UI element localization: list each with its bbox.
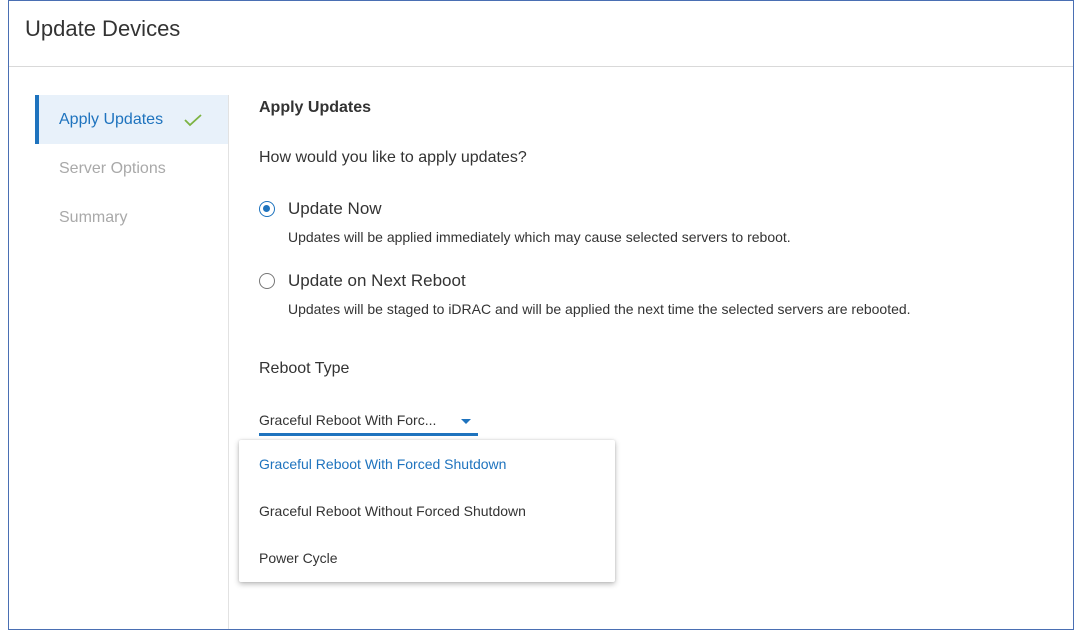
section-title: Apply Updates: [259, 99, 372, 116]
caret-down-icon[interactable]: [461, 419, 471, 424]
reboot-type-menu: Graceful Reboot With Forced Shutdown Gra…: [239, 440, 615, 582]
reboot-type-select[interactable]: Graceful Reboot With Forc...: [259, 409, 478, 436]
update-now-description: Updates will be applied immediately whic…: [288, 229, 791, 245]
update-next-reboot-radio[interactable]: [259, 273, 275, 289]
step-label: Server Options: [59, 159, 166, 177]
dialog-title: Update Devices: [25, 16, 181, 41]
step-apply-updates[interactable]: Apply Updates: [35, 95, 228, 144]
reboot-type-label: Reboot Type: [259, 360, 350, 377]
step-summary[interactable]: Summary: [35, 193, 228, 242]
step-label: Summary: [59, 208, 128, 226]
update-now-label[interactable]: Update Now: [288, 199, 382, 219]
update-now-radio[interactable]: [259, 201, 275, 217]
menu-option-graceful-without-forced[interactable]: Graceful Reboot Without Forced Shutdown: [239, 487, 615, 534]
dialog-header: Update Devices: [9, 1, 1073, 67]
update-next-reboot-description: Updates will be staged to iDRAC and will…: [288, 301, 911, 317]
step-label: Apply Updates: [59, 110, 164, 128]
update-next-reboot-label[interactable]: Update on Next Reboot: [288, 271, 466, 291]
wizard-steps: Apply Updates Server Options Summary: [35, 95, 229, 629]
apply-question: How would you like to apply updates?: [259, 149, 527, 166]
menu-option-graceful-forced[interactable]: Graceful Reboot With Forced Shutdown: [239, 440, 615, 487]
step-server-options[interactable]: Server Options: [35, 144, 228, 193]
checkmark-icon: [183, 113, 203, 127]
menu-option-power-cycle[interactable]: Power Cycle: [239, 534, 615, 581]
reboot-type-value[interactable]: Graceful Reboot With Forc...: [259, 412, 436, 428]
